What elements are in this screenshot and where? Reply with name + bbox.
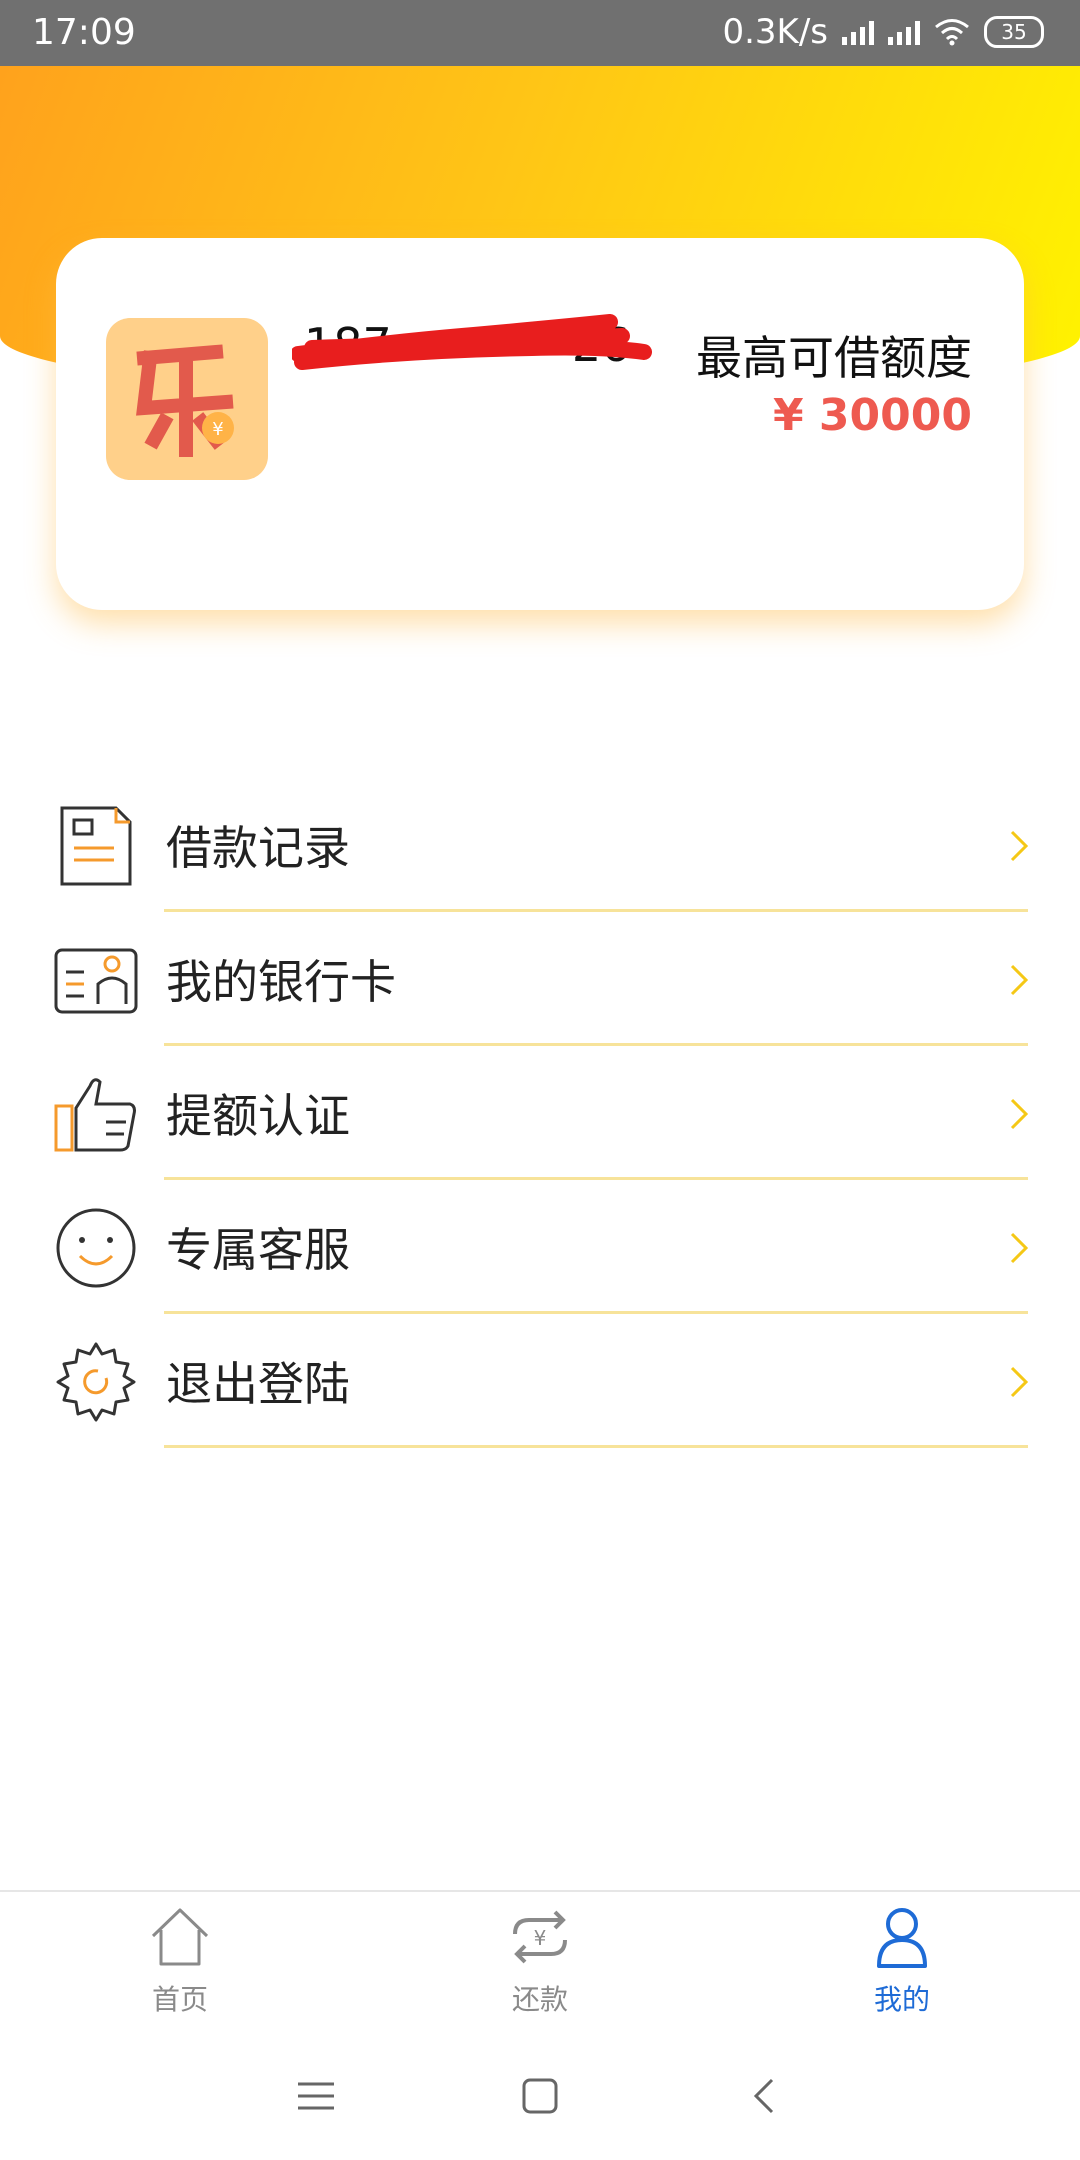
wifi-icon: [935, 19, 969, 46]
back-icon[interactable]: [742, 2072, 790, 2120]
tab-label: 首页: [151, 1983, 208, 2016]
tab-label: 我的: [873, 1983, 930, 2016]
smiley-icon: [56, 1208, 136, 1288]
limit-value: ¥ 30000: [772, 390, 972, 441]
svg-text:¥: ¥: [212, 419, 223, 440]
gear-icon: [56, 1342, 136, 1422]
menu-item-label: 专属客服: [166, 1223, 350, 1277]
home-icon: [151, 1908, 209, 1966]
menu-item-customer-service[interactable]: 专属客服: [0, 1180, 1080, 1314]
chevron-right-icon: [1010, 1232, 1029, 1264]
svg-text:¥: ¥: [534, 1926, 547, 1950]
limit-label: 最高可借额度: [696, 331, 972, 385]
status-indicators: 0.3K/s 35: [722, 12, 1044, 52]
network-speed: 0.3K/s: [722, 12, 828, 52]
chevron-right-icon: [1010, 1366, 1029, 1398]
thumbs-up-icon: [54, 1078, 136, 1152]
menu-item-label: 借款记录: [166, 821, 350, 875]
menu-item-credit-increase[interactable]: 提额认证: [0, 1046, 1080, 1180]
menu-item-bank-card[interactable]: 我的银行卡: [0, 912, 1080, 1046]
menu-icon[interactable]: [292, 2072, 340, 2120]
menu-item-label: 退出登陆: [166, 1357, 350, 1411]
home-button-icon[interactable]: [516, 2072, 564, 2120]
tab-repay[interactable]: ¥ 还款: [440, 1904, 640, 2018]
battery-icon: 35: [984, 16, 1044, 48]
tab-label: 还款: [511, 1983, 568, 2016]
status-time: 17:09: [32, 12, 136, 53]
repay-icon: ¥: [513, 1910, 567, 1964]
system-nav-bar: [0, 2030, 1080, 2160]
id-card-icon: [54, 948, 138, 1014]
chevron-right-icon: [1010, 1098, 1029, 1130]
bottom-tab-bar: 首页 ¥ 还款 我的: [0, 1890, 1080, 2032]
signal-icon-2: [888, 19, 920, 45]
tab-home[interactable]: 首页: [80, 1904, 280, 2018]
chevron-right-icon: [1010, 964, 1029, 996]
battery-level: 35: [1001, 20, 1027, 44]
document-icon: [60, 806, 132, 886]
profile-card: ¥ 187 26 最高可借额度 ¥ 30000: [56, 238, 1024, 610]
user-icon: [877, 1908, 927, 1968]
status-bar: 17:09 0.3K/s 35: [0, 0, 1080, 66]
le-logo-icon: ¥: [106, 318, 268, 480]
chevron-right-icon: [1010, 830, 1029, 862]
redaction-scribble: [292, 314, 652, 370]
menu-item-loan-records[interactable]: 借款记录: [0, 778, 1080, 912]
menu-item-label: 提额认证: [166, 1089, 350, 1143]
menu-item-logout[interactable]: 退出登陆: [0, 1314, 1080, 1448]
divider: [164, 1445, 1028, 1448]
menu-item-label: 我的银行卡: [166, 955, 396, 1009]
signal-icon: [842, 19, 874, 45]
tab-mine[interactable]: 我的: [802, 1904, 1002, 2018]
menu-list: 借款记录 我的银行卡 提额认证 专属客服 退出登陆: [0, 778, 1080, 1448]
